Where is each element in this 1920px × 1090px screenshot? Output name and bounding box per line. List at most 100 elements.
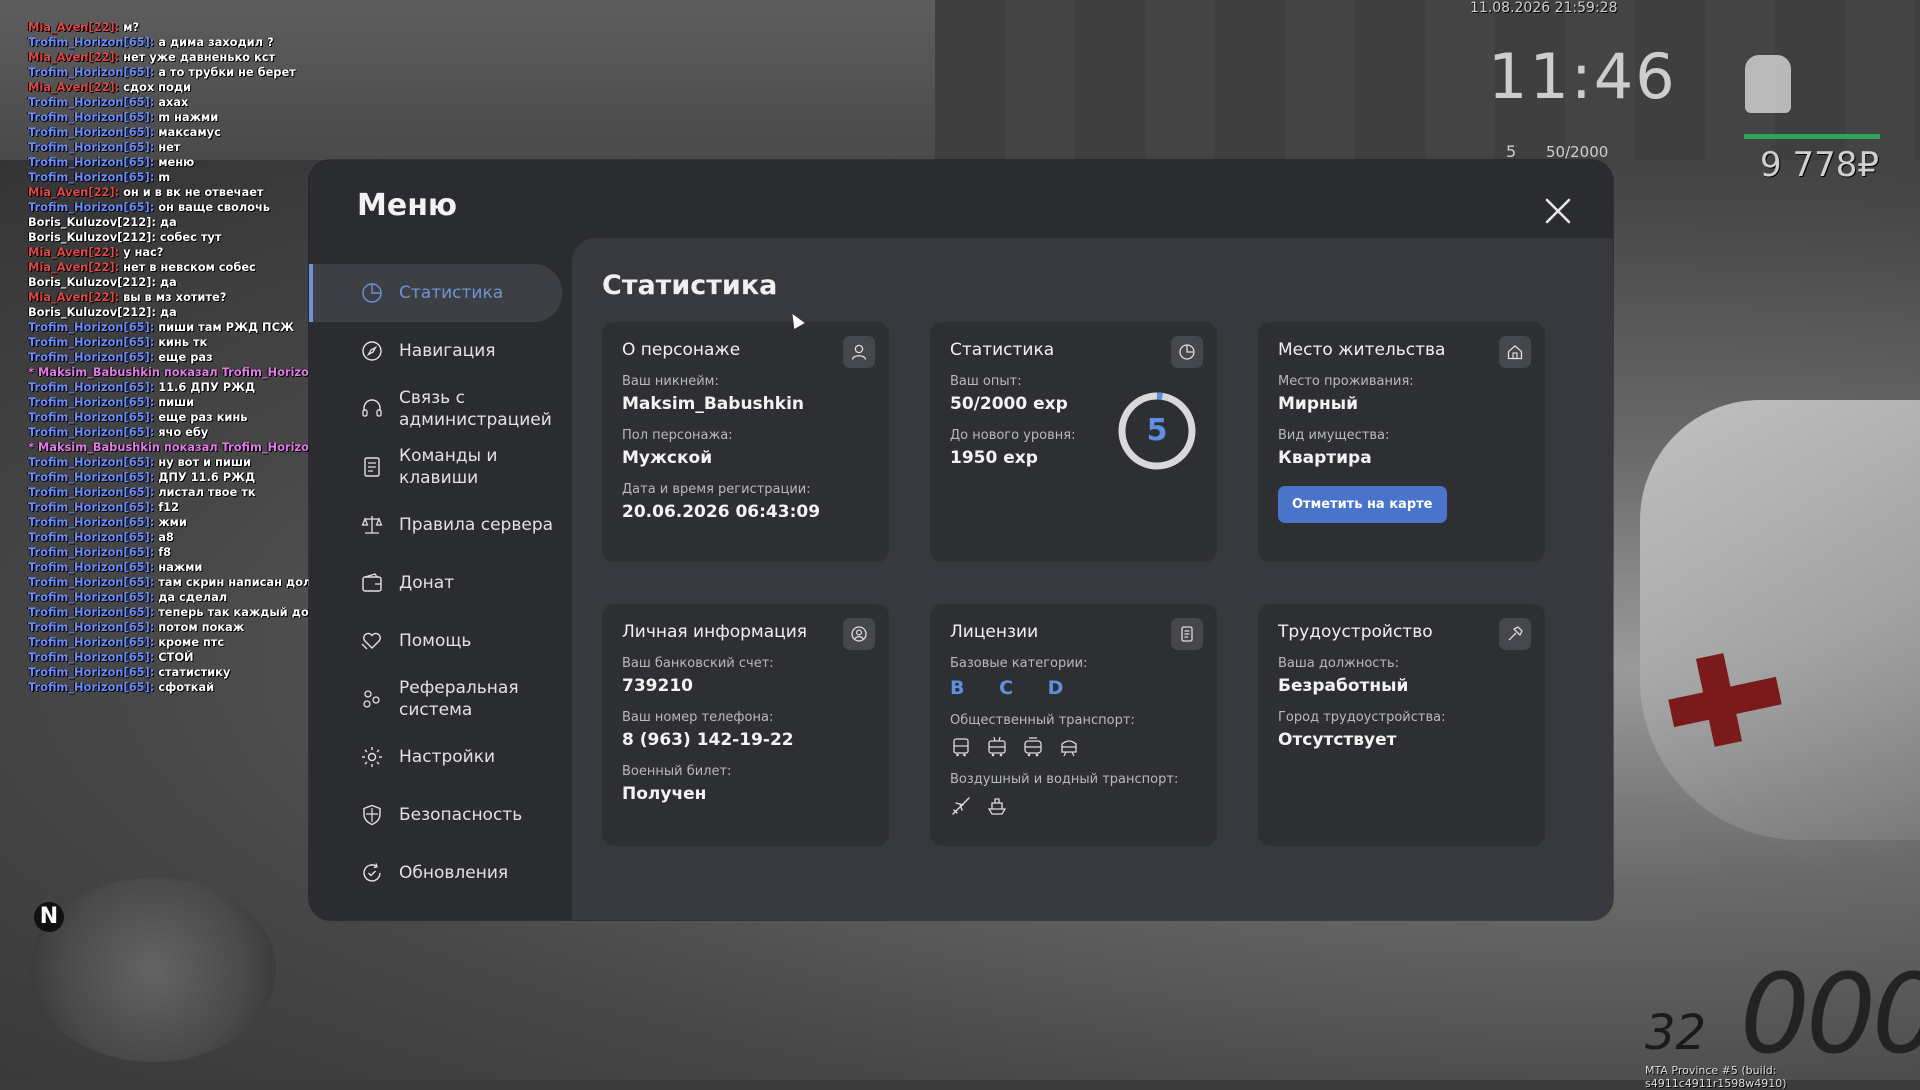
chat-nick: Trofim_Horizon[65]: [28, 605, 155, 619]
sidebar-item-label: Настройки [399, 747, 496, 767]
pie-chart-icon [1171, 336, 1203, 368]
registration-label: Дата и время регистрации: [622, 482, 811, 497]
card-title: Трудоустройство [1278, 622, 1433, 642]
chat-nick: Trofim_Horizon[65]: [28, 395, 155, 409]
chat-nick: Trofim_Horizon[65]: [28, 455, 155, 469]
card-title: Личная информация [622, 622, 808, 642]
chat-text: кроме птс [154, 635, 225, 649]
chat-nick: Trofim_Horizon[65]: [28, 200, 155, 214]
minimap [30, 878, 276, 1062]
chat-nick: Trofim_Horizon[65]: [28, 380, 155, 394]
chat-nick: Trofim_Horizon[65]: [28, 410, 155, 424]
chat-text: листал твое тк [154, 485, 256, 499]
chat-text: да [155, 275, 177, 289]
chat-text: максамус [154, 125, 221, 139]
chat-text: он и в вк не отвечает [119, 185, 264, 199]
chat-text: м? [119, 20, 139, 34]
sidebar-item-11[interactable]: Обновления [309, 844, 571, 902]
work-city-value: Отсутствует [1278, 730, 1397, 750]
sidebar-item-10[interactable]: Безопасность [309, 786, 571, 844]
sidebar-item-4[interactable]: Команды и клавиши [309, 438, 571, 496]
bank-account-value: 739210 [622, 676, 693, 696]
chat-nick: Trofim_Horizon[65]: [28, 425, 155, 439]
hammer-icon [1499, 618, 1531, 650]
id-badge-icon [843, 618, 875, 650]
property-type-label: Вид имущества: [1278, 428, 1390, 443]
sidebar-item-2[interactable]: Навигация [309, 322, 571, 380]
card-stats: Статистика Ваш опыт: 50/2000 exp До ново… [930, 322, 1217, 562]
fuel-readout: 32 [1645, 1005, 1707, 1061]
sidebar-item-5[interactable]: Правила сервера [309, 496, 571, 554]
card-title: Статистика [950, 340, 1055, 360]
card-licenses: Лицензии Базовые категории: B C D Общест… [930, 604, 1217, 846]
wallet-icon [359, 570, 385, 596]
chat-text: a8 [154, 530, 174, 544]
sidebar-item-8[interactable]: Реферальная система [309, 670, 571, 728]
property-type-value: Квартира [1278, 448, 1372, 468]
chat-nick: Mia_Aven[22]: [28, 245, 120, 259]
level-value: 5 [1146, 413, 1168, 448]
base-categories-value: B C D [950, 677, 1078, 699]
health-bar [1744, 134, 1880, 139]
nick-label: Ваш никнейм: [622, 374, 719, 389]
sidebar-item-label: Реферальная система [399, 678, 519, 720]
bus-icon [953, 738, 969, 757]
card-character: О персонаже Ваш никнейм: Maksim_Babushki… [602, 322, 889, 562]
train-icon [1061, 740, 1077, 757]
user-icon [843, 336, 875, 368]
chat-text: он ваще сволочь [154, 200, 271, 214]
chat-text: m нажми [154, 110, 219, 124]
chat-nick: Trofim_Horizon[65]: [28, 650, 155, 664]
card-personal-info: Личная информация Ваш банковский счет: 7… [602, 604, 889, 846]
chat-nick: Trofim_Horizon[65]: [28, 590, 155, 604]
chat-text: 11.6 ДПУ РЖД [154, 380, 256, 394]
sidebar-item-6[interactable]: Донат [309, 554, 571, 612]
chat-nick: Trofim_Horizon[65]: [28, 35, 155, 49]
tram-icon [1024, 737, 1042, 757]
gear-icon [359, 744, 385, 770]
sidebar-item-label: Обновления [399, 863, 509, 883]
chat-text: да [155, 305, 177, 319]
sidebar-item-3[interactable]: Связь с администрацией [309, 380, 571, 438]
chat-message: Mia_Aven[22]: м? [28, 20, 440, 35]
menu-modal: Меню Статистика Навигация Связь с админист… [309, 160, 1613, 920]
chat-nick: Mia_Aven[22]: [28, 290, 120, 304]
close-button[interactable] [1541, 194, 1575, 228]
sidebar-item-1[interactable]: Статистика [309, 264, 562, 322]
scales-icon [359, 512, 385, 538]
sidebar-item-label: Связь с администрацией [399, 388, 552, 430]
gender-value: Мужской [622, 448, 713, 468]
chat-nick: Trofim_Horizon[65]: [28, 635, 155, 649]
mark-on-map-button[interactable]: Отметить на карте [1278, 486, 1447, 523]
chat-text: сдох поди [119, 80, 192, 94]
heart-hand-icon [359, 628, 385, 654]
bank-account-label: Ваш банковский счет: [622, 656, 774, 671]
sidebar-item-7[interactable]: Помощь [309, 612, 571, 670]
sidebar-item-label: Команды и клавиши [399, 446, 498, 488]
chat-text: статистику [154, 665, 231, 679]
sidebar-item-label: Правила сервера [399, 515, 554, 535]
chat-nick: Boris_Kuluzov[212]: [28, 230, 156, 244]
menu-sidebar: Статистика Навигация Связь с администрацие… [309, 264, 571, 902]
menu-title: Меню [357, 188, 458, 223]
sidebar-item-9[interactable]: Настройки [309, 728, 571, 786]
card-employment: Трудоустройство Ваша должность: Безработ… [1258, 604, 1545, 846]
chat-nick: Trofim_Horizon[65]: [28, 140, 155, 154]
chat-text: ДПУ 11.6 РЖД [154, 470, 256, 484]
chat-text: нажми [154, 560, 203, 574]
chat-nick: Trofim_Horizon[65]: [28, 350, 155, 364]
chat-text: потом покаж [154, 620, 245, 634]
chat-nick: Trofim_Horizon[65]: [28, 470, 155, 484]
chat-nick: Trofim_Horizon[65]: [28, 155, 155, 169]
level-ring: 5 [1116, 390, 1198, 472]
sidebar-item-label: Донат [399, 573, 455, 593]
chat-text: да сделал [154, 590, 228, 604]
military-id-label: Военный билет: [622, 764, 732, 779]
card-title: О персонаже [622, 340, 741, 360]
house-icon [1499, 336, 1531, 368]
air-water-transport-icons [950, 795, 1197, 817]
headset-icon [359, 396, 385, 422]
public-transport-label: Общественный транспорт: [950, 713, 1135, 728]
chat-nick: Mia_Aven[22]: [28, 50, 120, 64]
chat-nick: Trofim_Horizon[65]: [28, 530, 155, 544]
